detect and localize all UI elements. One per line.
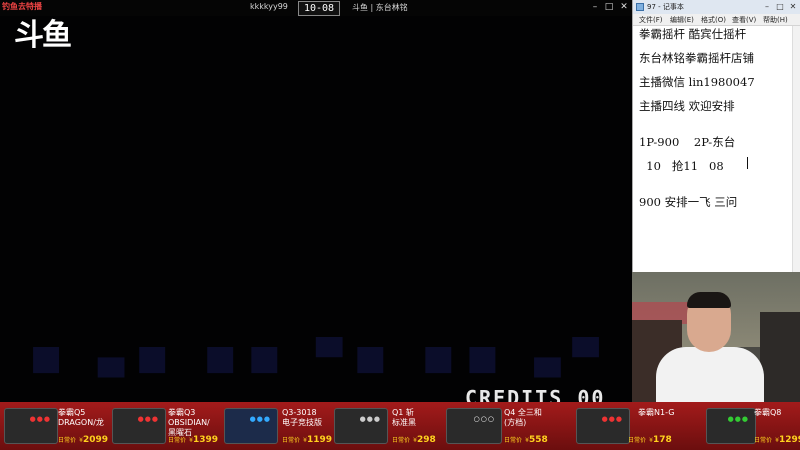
- room-name: 斗鱼 | 东台林铭: [352, 3, 408, 12]
- ad-item[interactable]: ●●● Q1 斩标准黑 日常价 ¥298: [332, 402, 442, 450]
- player-name: kkkkyy99: [250, 2, 288, 11]
- close-button[interactable]: ✕: [617, 1, 631, 14]
- joystick-product-image: ●●●: [112, 408, 166, 444]
- game-stream-window: 钓鱼去特播 kkkkyy99 10-08 斗鱼 | 东台林铭 – □ ✕ 斗鱼 …: [0, 0, 632, 402]
- joystick-product-image: ●●●: [224, 408, 278, 444]
- ad-name: 拳霸Q8: [754, 408, 782, 417]
- ad-price: 日常价 ¥1199: [282, 435, 333, 445]
- ad-name: Q3-3018 电子竞技版: [282, 408, 322, 427]
- notepad-text-area[interactable]: 拳霸摇杆 酷宾仕摇杆 东台林铭拳霸摇杆店铺 主播微信 lin1980047 主播…: [633, 26, 793, 272]
- ad-name: 拳霸Q3 OBSIDIAN/黑曜石: [168, 408, 210, 437]
- douyu-logo: 斗鱼: [14, 18, 72, 53]
- ad-item[interactable]: ●●● 拳霸Q3 OBSIDIAN/黑曜石 日常价 ¥1399: [110, 402, 222, 450]
- ad-name: Q1 斩标准黑: [392, 408, 416, 427]
- ad-price: 日常价 ¥298: [392, 435, 436, 445]
- joystick-product-image: ○○○: [446, 408, 502, 444]
- joystick-product-image: ●●●: [4, 408, 58, 444]
- notepad-line: 900 安排一飞 三问: [639, 195, 738, 209]
- streamer-webcam: [632, 272, 800, 402]
- notepad-titlebar: 97 - 记事本 – □ ✕: [633, 0, 800, 15]
- menu-view[interactable]: 查看(V): [732, 15, 756, 25]
- credits-text: CREDITS 00: [465, 386, 606, 402]
- notepad-icon: [636, 3, 644, 11]
- ad-item[interactable]: ●●● Q3-3018 电子竞技版 日常价 ¥1199: [222, 402, 332, 450]
- ad-price: 日常价 ¥2099: [58, 435, 109, 445]
- score-display: 10-08: [298, 1, 340, 16]
- minimize-button[interactable]: –: [588, 1, 602, 14]
- menu-format[interactable]: 格式(O): [701, 15, 726, 25]
- notepad-minimize-button[interactable]: –: [761, 2, 773, 12]
- notepad-close-button[interactable]: ✕: [787, 2, 799, 12]
- joystick-product-image: ●●●: [576, 408, 630, 444]
- ad-price: 日常价 ¥178: [628, 435, 672, 445]
- notepad-line: 10 抢11 08: [639, 159, 724, 173]
- ad-price: 日常价 ¥1399: [168, 435, 219, 445]
- ad-item[interactable]: ●●● 拳霸N1-G 日常价 ¥178: [572, 402, 682, 450]
- game-titlebar: 钓鱼去特播 kkkkyy99 10-08 斗鱼 | 东台林铭 – □ ✕: [0, 0, 632, 16]
- joystick-product-image: ●●●: [334, 408, 388, 444]
- maximize-button[interactable]: □: [602, 1, 616, 14]
- joystick-product-image: ●●●: [706, 408, 756, 444]
- notepad-line: 主播四线 欢迎安排: [639, 99, 735, 113]
- ad-price: 日常价 ¥558: [504, 435, 548, 445]
- notepad-window: 97 - 记事本 – □ ✕ 文件(F) 编辑(E) 格式(O) 查看(V) 帮…: [632, 0, 800, 272]
- menu-file[interactable]: 文件(F): [639, 15, 663, 25]
- notepad-menubar: 文件(F) 编辑(E) 格式(O) 查看(V) 帮助(H): [633, 14, 800, 26]
- streamer-hair: [687, 292, 731, 308]
- ad-name: 拳霸Q5 DRAGON/龙: [58, 408, 104, 427]
- notepad-title: 97 - 记事本: [647, 3, 684, 11]
- menu-edit[interactable]: 编辑(E): [670, 15, 694, 25]
- text-cursor: [747, 157, 748, 169]
- ad-item[interactable]: ●●● 拳霸Q5 DRAGON/龙 日常价 ¥2099: [0, 402, 110, 450]
- game-marquee: ■ ▄■ ■■ ▀■ ■■ ▄▀ ■■: [30, 338, 632, 378]
- notepad-line: 1P-900 2P-东台: [639, 135, 736, 149]
- product-ad-bar: ●●● 拳霸Q5 DRAGON/龙 日常价 ¥2099 ●●● 拳霸Q3 OBSID…: [0, 402, 800, 450]
- notepad-maximize-button[interactable]: □: [774, 2, 786, 12]
- webcam-background-right: [760, 312, 800, 402]
- ad-name: Q4 全三和 (方档): [504, 408, 542, 427]
- notepad-line: 拳霸摇杆 酷宾仕摇杆: [639, 27, 747, 41]
- streamer-shirt: [656, 347, 764, 402]
- notepad-line: 东台林铭拳霸摇杆店铺: [639, 51, 754, 65]
- menu-help[interactable]: 帮助(H): [763, 15, 788, 25]
- notepad-line: 主播微信 lin1980047: [639, 75, 755, 89]
- ad-name: 拳霸N1-G: [638, 408, 675, 417]
- ad-item[interactable]: ●●● 拳霸Q8 日常价 ¥1299: [682, 402, 800, 450]
- ad-item[interactable]: ○○○ Q4 全三和 (方档) 日常价 ¥558: [442, 402, 572, 450]
- ad-price: 日常价 ¥1299: [754, 435, 800, 445]
- notepad-scrollbar[interactable]: [792, 26, 800, 272]
